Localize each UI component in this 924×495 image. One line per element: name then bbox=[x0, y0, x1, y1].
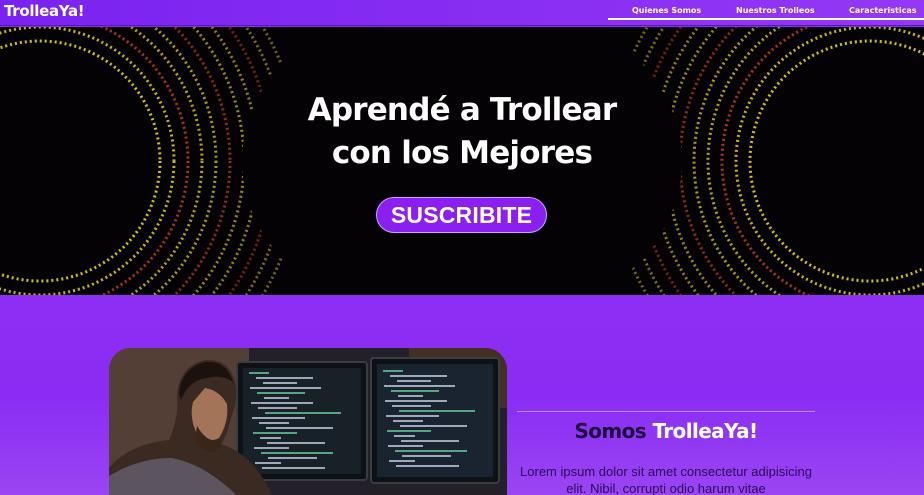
code-line bbox=[395, 450, 467, 452]
code-line bbox=[383, 370, 403, 372]
code-line bbox=[265, 412, 341, 414]
code-line bbox=[266, 427, 333, 429]
code-line bbox=[257, 392, 305, 394]
code-line bbox=[262, 467, 325, 469]
nav-links: Quienes Somos Nuestros Trolleos Caracter… bbox=[608, 0, 924, 20]
code-line bbox=[396, 465, 459, 467]
code-line bbox=[254, 447, 289, 449]
code-line bbox=[264, 397, 289, 399]
developer-photo-illustration bbox=[109, 348, 507, 495]
code-line bbox=[401, 440, 459, 442]
nav-link-nuestros-trolleos[interactable]: Nuestros Trolleos bbox=[736, 6, 815, 15]
code-line bbox=[402, 455, 451, 457]
nav-link-quienes-somos[interactable]: Quienes Somos bbox=[632, 6, 701, 15]
code-line bbox=[259, 422, 289, 424]
code-line bbox=[261, 452, 333, 454]
code-line bbox=[398, 395, 423, 397]
top-navbar: TrolleaYa! Quienes Somos Nuestros Trolle… bbox=[0, 0, 924, 26]
code-line bbox=[400, 425, 467, 427]
code-line bbox=[256, 377, 313, 379]
nav-link-caracteristicas[interactable]: Caracteristicas bbox=[849, 6, 917, 15]
code-line bbox=[260, 437, 281, 439]
code-line bbox=[268, 457, 317, 459]
code-line bbox=[258, 407, 297, 409]
code-line bbox=[393, 420, 423, 422]
hero-title-line-2: con los Mejores bbox=[331, 135, 593, 171]
code-line bbox=[397, 380, 431, 382]
about-description: Lorem ipsum dolor sit amet consectetur a… bbox=[520, 464, 812, 495]
code-line bbox=[255, 462, 281, 464]
code-line bbox=[392, 405, 431, 407]
code-line bbox=[251, 402, 313, 404]
hero-banner: Aprendé a Trollear con los Mejores SUSCR… bbox=[0, 27, 924, 295]
code-line bbox=[394, 435, 415, 437]
code-line bbox=[391, 390, 439, 392]
about-title-prefix: Somos bbox=[574, 419, 653, 443]
code-line bbox=[390, 375, 447, 377]
code-line bbox=[252, 417, 305, 419]
code-line bbox=[249, 372, 269, 374]
code-line bbox=[399, 410, 475, 412]
code-line bbox=[263, 382, 297, 384]
code-line bbox=[384, 385, 455, 387]
about-title-brand: TrolleaYa! bbox=[652, 419, 758, 443]
brand-logo-link[interactable]: TrolleaYa! bbox=[4, 2, 85, 20]
code-line bbox=[250, 387, 321, 389]
about-title: Somos TrolleaYa! bbox=[517, 419, 815, 443]
code-line bbox=[385, 400, 447, 402]
code-line bbox=[386, 415, 439, 417]
code-line bbox=[267, 442, 325, 444]
code-line bbox=[389, 460, 415, 462]
section-divider bbox=[517, 411, 815, 412]
subscribe-button[interactable]: SUSCRIBITE bbox=[376, 197, 547, 233]
code-line bbox=[387, 430, 431, 432]
hero-title: Aprendé a Trollear con los Mejores bbox=[0, 89, 924, 175]
code-line bbox=[253, 432, 297, 434]
developer-photo bbox=[109, 348, 507, 495]
about-section: Somos TrolleaYa! Lorem ipsum dolor sit a… bbox=[0, 295, 924, 495]
hero-title-line-1: Aprendé a Trollear bbox=[307, 92, 618, 128]
code-line bbox=[388, 445, 423, 447]
